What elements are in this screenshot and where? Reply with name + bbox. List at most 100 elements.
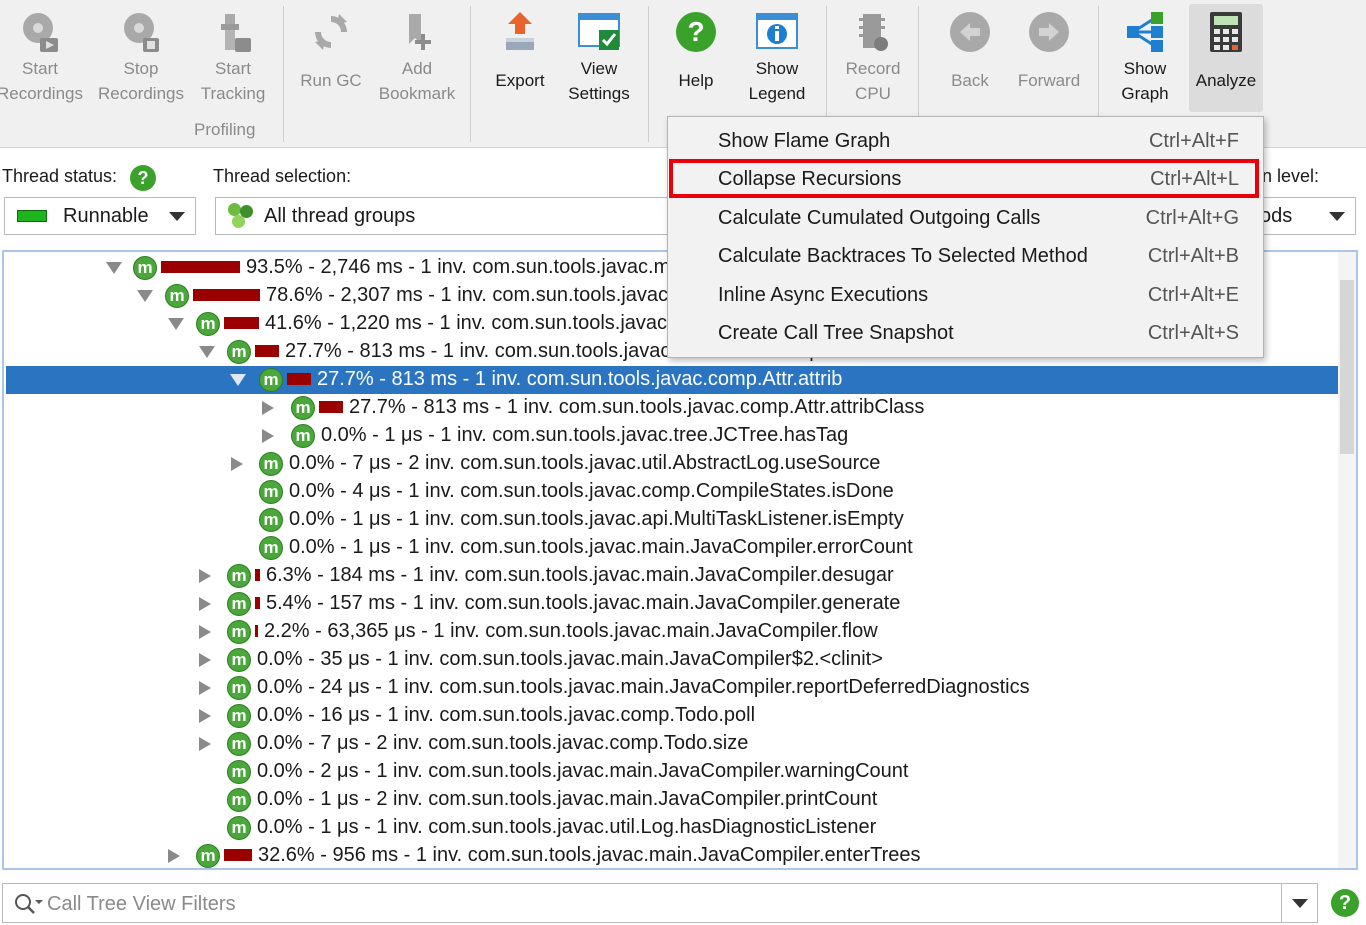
tree-row[interactable]: m 0.0% - 1 μs - 1 inv. com.sun.tools.java…: [6, 814, 1338, 842]
runnable-color-swatch: [17, 210, 47, 222]
start-recordings-icon: [16, 8, 64, 56]
help-button[interactable]: ? Help: [666, 4, 726, 112]
tree-row[interactable]: m 2.2% - 63,365 μs - 1 inv. com.sun.tools…: [6, 618, 1338, 646]
chevron-down-icon: [169, 212, 185, 221]
method-icon: m: [227, 760, 251, 784]
menu-item-label: Show Flame Graph: [718, 130, 891, 152]
add-bookmark-label: Add Bookmark: [378, 59, 456, 103]
start-recordings-button[interactable]: Start Recordings: [0, 4, 83, 112]
expand-triangle-icon[interactable]: [199, 737, 211, 751]
collapse-triangle-icon[interactable]: [230, 374, 246, 386]
run-gc-icon: [307, 8, 355, 56]
scrollbar-thumb[interactable]: [1340, 280, 1354, 454]
collapse-triangle-icon[interactable]: [137, 290, 153, 302]
back-button[interactable]: Back: [940, 4, 1000, 112]
tree-row-selected[interactable]: m 27.7% - 813 ms - 1 inv. com.sun.tools.j…: [6, 366, 1338, 394]
menu-item-calculate-backtraces[interactable]: Calculate Backtraces To Selected Method …: [668, 237, 1263, 275]
percentage-bar: [193, 289, 260, 301]
call-tree-view-filters[interactable]: [2, 883, 1318, 923]
tree-row-label: 0.0% - 4 μs - 1 inv. com.sun.tools.javac…: [289, 480, 894, 502]
tree-row[interactable]: m 27.7% - 813 ms - 1 inv. com.sun.tools.j…: [6, 394, 1338, 422]
method-icon: m: [291, 424, 315, 448]
stop-recordings-button[interactable]: Stop Recordings: [98, 4, 184, 112]
tree-row[interactable]: m 0.0% - 7 μs - 2 inv. com.sun.tools.java…: [6, 730, 1338, 758]
add-bookmark-button[interactable]: Add Bookmark: [375, 4, 459, 112]
filter-help-icon[interactable]: ?: [1331, 889, 1359, 917]
expand-triangle-icon[interactable]: [262, 401, 274, 415]
tree-row[interactable]: m 5.4% - 157 ms - 1 inv. com.sun.tools.ja…: [6, 590, 1338, 618]
analyze-dropdown-menu: Show Flame Graph Ctrl+Alt+F Collapse Rec…: [667, 116, 1264, 358]
start-recordings-label: Start Recordings: [0, 59, 83, 103]
menu-item-shortcut: Ctrl+Alt+B: [1147, 245, 1239, 267]
menu-item-calculate-cumulated-outgoing-calls[interactable]: Calculate Cumulated Outgoing Calls Ctrl+…: [668, 199, 1263, 237]
expand-triangle-icon[interactable]: [199, 653, 211, 667]
expand-triangle-icon[interactable]: [199, 569, 211, 583]
expand-triangle-icon[interactable]: [199, 597, 211, 611]
tree-row[interactable]: m 6.3% - 184 ms - 1 inv. com.sun.tools.ja…: [6, 562, 1338, 590]
help-label: Help: [678, 71, 714, 90]
menu-item-shortcut: Ctrl+Alt+F: [1148, 130, 1239, 152]
expand-triangle-icon[interactable]: [231, 457, 243, 471]
tree-row[interactable]: m 0.0% - 4 μs - 1 inv. com.sun.tools.java…: [6, 478, 1338, 506]
tree-row[interactable]: m 0.0% - 35 μs - 1 inv. com.sun.tools.jav…: [6, 646, 1338, 674]
back-arrow-icon: [946, 8, 994, 56]
chevron-down-icon: [1329, 212, 1345, 221]
tree-row-label: 6.3% - 184 ms - 1 inv. com.sun.tools.jav…: [266, 564, 894, 586]
back-label: Back: [951, 71, 989, 90]
tree-row-label: 0.0% - 2 μs - 1 inv. com.sun.tools.javac…: [257, 760, 909, 782]
menu-item-create-call-tree-snapshot[interactable]: Create Call Tree Snapshot Ctrl+Alt+S: [668, 314, 1263, 352]
show-graph-button[interactable]: Show Graph: [1110, 4, 1180, 112]
analyze-button[interactable]: Analyze: [1189, 4, 1263, 112]
start-tracking-button[interactable]: Start Tracking: [198, 4, 268, 112]
tree-row-label: 32.6% - 956 ms - 1 inv. com.sun.tools.ja…: [258, 844, 921, 866]
method-icon: m: [259, 536, 283, 560]
chevron-down-icon: [1292, 899, 1308, 908]
tree-row[interactable]: m 0.0% - 24 μs - 1 inv. com.sun.tools.jav…: [6, 674, 1338, 702]
vertical-scrollbar[interactable]: [1338, 252, 1356, 868]
start-tracking-icon: [209, 8, 257, 56]
filter-dropdown-button[interactable]: [1281, 884, 1317, 922]
collapse-triangle-icon[interactable]: [106, 262, 122, 274]
thread-status-help-icon[interactable]: ?: [130, 165, 156, 191]
expand-triangle-icon[interactable]: [199, 681, 211, 695]
menu-item-show-flame-graph[interactable]: Show Flame Graph Ctrl+Alt+F: [668, 122, 1263, 160]
show-legend-button[interactable]: Show Legend: [742, 4, 812, 112]
thread-status-combo[interactable]: Runnable: [4, 197, 196, 235]
view-settings-label: View Settings: [568, 59, 630, 103]
menu-item-inline-async-executions[interactable]: Inline Async Executions Ctrl+Alt+E: [668, 276, 1263, 314]
forward-button[interactable]: Forward: [1014, 4, 1084, 112]
tree-row[interactable]: m 0.0% - 1 μs - 2 inv. com.sun.tools.java…: [6, 786, 1338, 814]
menu-item-label: Calculate Cumulated Outgoing Calls: [718, 207, 1041, 229]
percentage-bar: [255, 625, 258, 637]
stop-recordings-icon: [117, 8, 165, 56]
filter-input[interactable]: [47, 892, 1267, 916]
expand-triangle-icon[interactable]: [199, 709, 211, 723]
view-settings-button[interactable]: View Settings: [562, 4, 636, 112]
method-icon: m: [259, 368, 283, 392]
collapse-triangle-icon[interactable]: [199, 346, 215, 358]
tree-row-label: 0.0% - 1 μs - 1 inv. com.sun.tools.javac…: [321, 424, 849, 446]
tree-row[interactable]: m 32.6% - 956 ms - 1 inv. com.sun.tools.j…: [6, 842, 1338, 868]
thread-selection-combo[interactable]: All thread groups: [215, 197, 675, 235]
expand-triangle-icon[interactable]: [168, 849, 180, 863]
tree-row-label: 0.0% - 24 μs - 1 inv. com.sun.tools.java…: [257, 676, 1030, 698]
tree-row[interactable]: m 0.0% - 7 μs - 2 inv. com.sun.tools.java…: [6, 450, 1338, 478]
collapse-triangle-icon[interactable]: [168, 318, 184, 330]
thread-status-label: Thread status:: [2, 166, 118, 186]
tree-row[interactable]: m 0.0% - 2 μs - 1 inv. com.sun.tools.java…: [6, 758, 1338, 786]
run-gc-button[interactable]: Run GC: [296, 4, 366, 112]
tree-row-label: 0.0% - 16 μs - 1 inv. com.sun.tools.java…: [257, 704, 756, 726]
expand-triangle-icon[interactable]: [199, 625, 211, 639]
export-button[interactable]: Export: [488, 4, 552, 112]
tree-row-label: 0.0% - 35 μs - 1 inv. com.sun.tools.java…: [257, 648, 883, 670]
tree-row[interactable]: m 0.0% - 1 μs - 1 inv. com.sun.tools.java…: [6, 506, 1338, 534]
percentage-bar: [161, 261, 240, 273]
aggregation-level-combo[interactable]: ods: [1250, 197, 1356, 235]
tree-row[interactable]: m 0.0% - 1 μs - 1 inv. com.sun.tools.java…: [6, 422, 1338, 450]
tree-row[interactable]: m 0.0% - 1 μs - 1 inv. com.sun.tools.java…: [6, 534, 1338, 562]
tree-row[interactable]: m 0.0% - 16 μs - 1 inv. com.sun.tools.jav…: [6, 702, 1338, 730]
record-cpu-button[interactable]: Record CPU: [840, 4, 906, 112]
method-icon: m: [227, 704, 251, 728]
percentage-bar: [224, 849, 252, 861]
expand-triangle-icon[interactable]: [262, 429, 274, 443]
